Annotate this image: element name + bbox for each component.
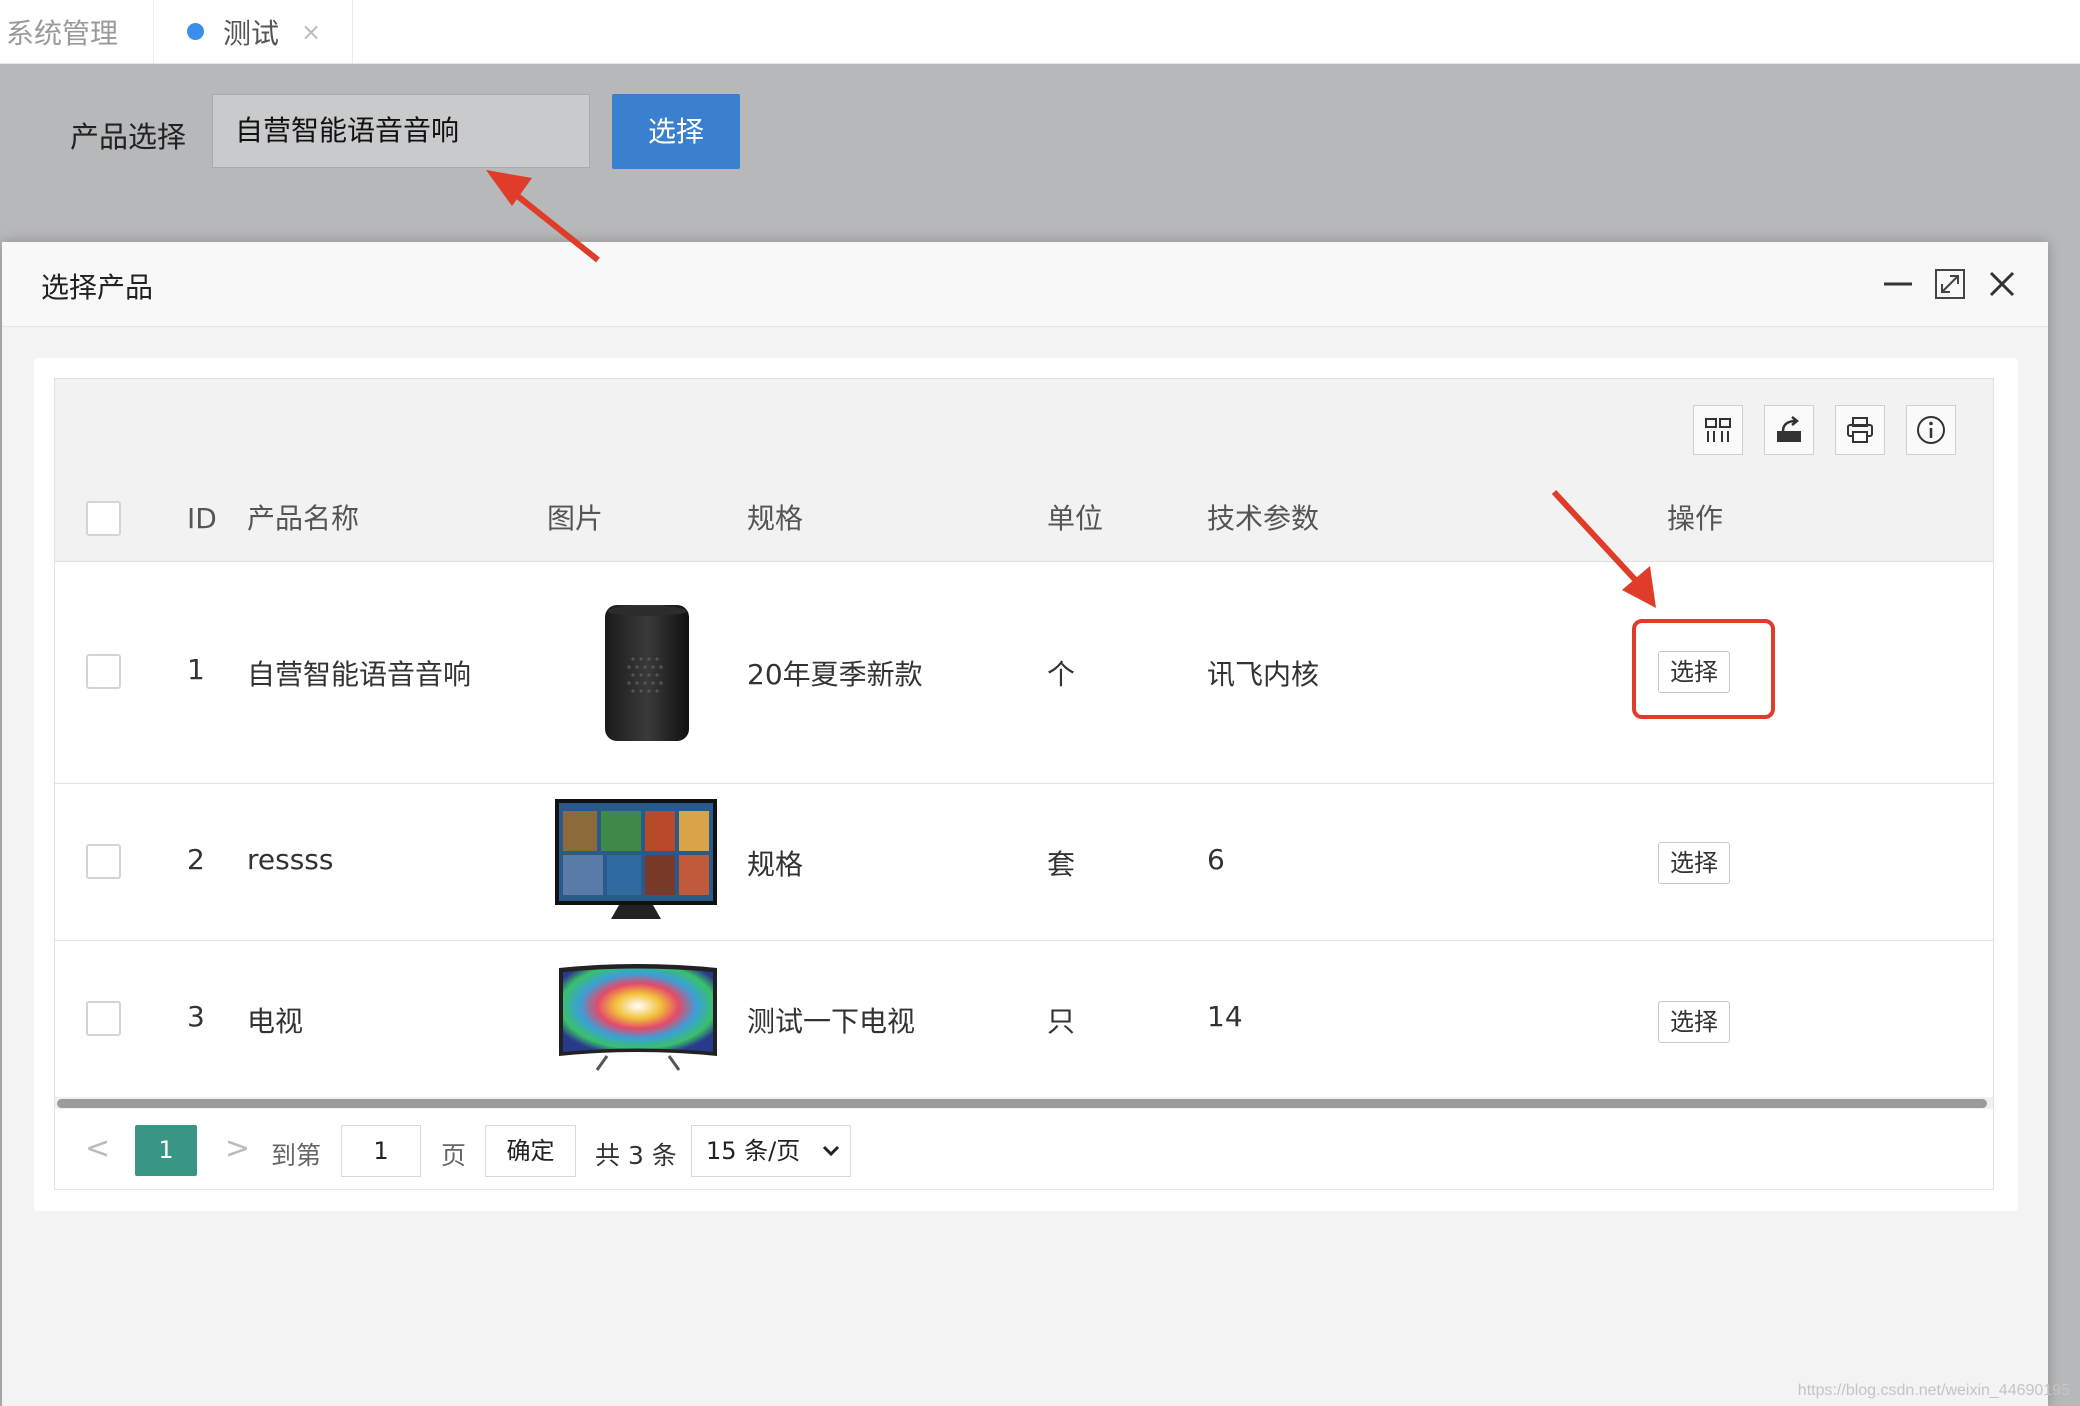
watermark: https://blog.csdn.net/weixin_44690195: [1797, 1382, 2070, 1399]
total-count: 共 3 条: [595, 1141, 677, 1170]
print-icon[interactable]: [1835, 405, 1885, 455]
prev-page-icon[interactable]: <: [85, 1131, 110, 1166]
tab-close-icon[interactable]: ×: [301, 18, 321, 46]
cell-unit: 套: [1047, 848, 1076, 881]
goto-page-input[interactable]: 1: [341, 1125, 421, 1177]
cell-spec: 测试一下电视: [747, 1005, 916, 1038]
table-row: 3 电视 测试一下电视 只 14 选择: [55, 940, 1993, 1097]
row-checkbox[interactable]: [86, 844, 121, 879]
page-number-current[interactable]: 1: [135, 1125, 197, 1176]
page-suffix-label: 页: [441, 1141, 467, 1170]
col-image: 图片: [547, 502, 604, 535]
tab-label: 系统管理: [6, 16, 119, 50]
cell-tech-params: 讯飞内核: [1207, 658, 1320, 691]
table-toolbar: [55, 379, 1993, 478]
page-size-select[interactable]: 15 条/页: [691, 1125, 851, 1177]
page-size-value: 15 条/页: [706, 1137, 801, 1165]
row-select-button[interactable]: 选择: [1658, 842, 1730, 884]
pagination: < 1 > 到第 1 页 确定 共 3 条 15 条/页: [55, 1109, 1993, 1189]
table-header: ID 产品名称 图片 规格 单位 技术参数 操作: [55, 477, 1993, 562]
product-table: ID 产品名称 图片 规格 单位 技术参数 操作 1 自营智能语音音响 20年夏…: [54, 378, 1994, 1190]
info-icon[interactable]: [1906, 405, 1956, 455]
dialog-header: 选择产品: [2, 242, 2048, 327]
scrollbar-thumb[interactable]: [57, 1099, 1987, 1108]
goto-confirm-button[interactable]: 确定: [485, 1125, 576, 1177]
smart-speaker-image: [603, 603, 691, 747]
cell-product-name: ressss: [247, 843, 334, 876]
next-page-icon[interactable]: >: [225, 1131, 250, 1166]
cell-id: 3: [187, 1000, 205, 1033]
tab-label: 测试: [223, 16, 280, 50]
flat-tv-image: [553, 797, 719, 927]
tab-bar: 系统管理 测试 ×: [0, 0, 2080, 64]
close-icon[interactable]: [1982, 264, 2022, 304]
row-checkbox[interactable]: [86, 1001, 121, 1036]
dialog-title: 选择产品: [41, 271, 154, 304]
cell-tech-params: 6: [1207, 843, 1225, 876]
product-select-button[interactable]: 选择: [612, 94, 740, 169]
curved-tv-image: [557, 962, 719, 1078]
maximize-icon[interactable]: [1930, 264, 1970, 304]
col-action: 操作: [1667, 502, 1724, 535]
horizontal-scrollbar[interactable]: [55, 1097, 1993, 1109]
cell-product-name: 电视: [247, 1005, 304, 1038]
active-dot-icon: [187, 23, 204, 40]
minimize-icon[interactable]: [1878, 264, 1918, 304]
col-unit: 单位: [1047, 502, 1104, 535]
cell-id: 1: [187, 653, 205, 686]
row-select-button[interactable]: 选择: [1658, 651, 1730, 693]
chevron-down-icon: [820, 1126, 842, 1193]
select-product-dialog: 选择产品 ID 产品名称 图片 规格 单位 技术参数 操作 1 自营智能语音音响…: [2, 242, 2048, 1406]
export-icon[interactable]: [1764, 405, 1814, 455]
goto-label: 到第: [271, 1141, 322, 1170]
row-select-button[interactable]: 选择: [1658, 1001, 1730, 1043]
cell-id: 2: [187, 843, 205, 876]
tab-test[interactable]: 测试 ×: [155, 0, 353, 63]
cell-spec: 规格: [747, 848, 804, 881]
row-checkbox[interactable]: [86, 654, 121, 689]
product-select-label: 产品选择: [70, 120, 187, 154]
col-spec: 规格: [747, 502, 804, 535]
table-row: 1 自营智能语音音响 20年夏季新款 个 讯飞内核 选择: [55, 561, 1993, 784]
tab-system-management[interactable]: 系统管理: [0, 0, 154, 63]
col-product-name: 产品名称: [247, 502, 360, 535]
col-tech-params: 技术参数: [1207, 502, 1320, 535]
cell-unit: 个: [1047, 658, 1076, 691]
table-row: 2 ressss 规格 套 6 选择: [55, 783, 1993, 941]
cell-unit: 只: [1047, 1005, 1076, 1038]
col-id: ID: [187, 502, 217, 535]
cell-spec: 20年夏季新款: [747, 658, 923, 691]
select-all-checkbox[interactable]: [86, 501, 121, 536]
columns-icon[interactable]: [1693, 405, 1743, 455]
table-panel: ID 产品名称 图片 规格 单位 技术参数 操作 1 自营智能语音音响 20年夏…: [34, 358, 2018, 1211]
cell-tech-params: 14: [1207, 1000, 1243, 1033]
product-select-input[interactable]: 自营智能语音音响: [212, 94, 590, 168]
cell-product-name: 自营智能语音音响: [247, 658, 472, 691]
